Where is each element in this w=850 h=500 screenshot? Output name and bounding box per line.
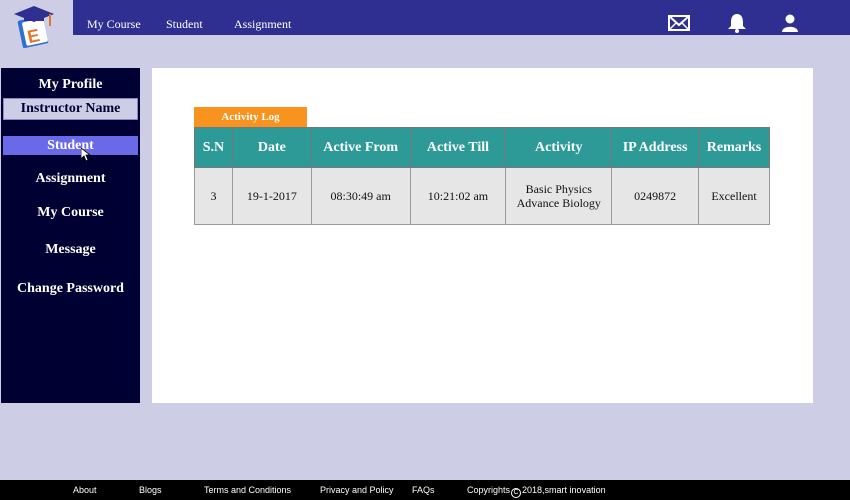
activity-line: Basic Physics (525, 182, 592, 196)
content-panel: Activity Log S.N Date Active From Active… (152, 68, 813, 403)
activity-table: S.N Date Active From Active Till Activit… (194, 127, 770, 225)
nav-student[interactable]: Student (166, 17, 203, 32)
column-header-active-till: Active Till (409, 127, 507, 168)
sidebar-item-change-password[interactable]: Change Password (1, 281, 140, 297)
activity-line: Advance Biology (516, 196, 601, 210)
cell-remarks: Excellent (698, 167, 770, 225)
sidebar-item-student[interactable]: Student (3, 136, 138, 155)
sidebar: My Profile Instructor Name Student Assig… (1, 68, 140, 403)
cell-date: 19-1-2017 (231, 167, 312, 225)
instructor-name: Instructor Name (3, 98, 138, 120)
footer: About Blogs Terms and Conditions Privacy… (0, 480, 850, 500)
column-header-sn: S.N (194, 127, 233, 168)
bell-icon[interactable] (726, 13, 748, 33)
copyright-suffix: 2018,smart inovation (522, 485, 606, 495)
nav-my-course[interactable]: My Course (87, 17, 141, 32)
footer-link-faqs[interactable]: FAQs (412, 485, 435, 495)
copyright-text: Copyrights C 2018,smart inovation (467, 485, 606, 498)
cell-sn: 3 (194, 167, 233, 225)
cell-active-from: 08:30:49 am (310, 167, 411, 225)
footer-link-blogs[interactable]: Blogs (139, 485, 162, 495)
mouse-cursor-icon (81, 148, 91, 162)
sidebar-title: My Profile (38, 77, 103, 92)
sidebar-item-message[interactable]: Message (1, 242, 140, 258)
column-header-date: Date (231, 127, 312, 168)
copyright-icon: C (511, 488, 522, 498)
column-header-active-from: Active From (310, 127, 411, 168)
cell-activity: Basic Physics Advance Biology (505, 167, 613, 225)
column-header-activity: Activity (505, 127, 613, 168)
app-logo: E (14, 6, 54, 49)
cell-active-till: 10:21:02 am (409, 167, 507, 225)
table-row: 3 19-1-2017 08:30:49 am 10:21:02 am Basi… (194, 167, 770, 225)
footer-link-about[interactable]: About (73, 485, 97, 495)
top-navbar: My Course Student Assignment (73, 0, 850, 35)
column-header-remarks: Remarks (698, 127, 770, 168)
footer-link-privacy[interactable]: Privacy and Policy (320, 485, 394, 495)
cell-ip-address: 0249872 (611, 167, 700, 225)
tab-activity-log[interactable]: Activity Log (194, 107, 307, 128)
footer-link-terms[interactable]: Terms and Conditions (204, 485, 291, 495)
column-header-ip-address: IP Address (611, 127, 700, 168)
user-icon[interactable] (779, 13, 801, 33)
sidebar-item-assignment[interactable]: Assignment (1, 171, 140, 187)
sidebar-item-my-course[interactable]: My Course (1, 205, 140, 221)
copyright-prefix: Copyrights (467, 485, 511, 495)
nav-assignment[interactable]: Assignment (234, 17, 291, 32)
mail-icon[interactable] (668, 13, 690, 33)
table-header-row: S.N Date Active From Active Till Activit… (194, 127, 770, 168)
